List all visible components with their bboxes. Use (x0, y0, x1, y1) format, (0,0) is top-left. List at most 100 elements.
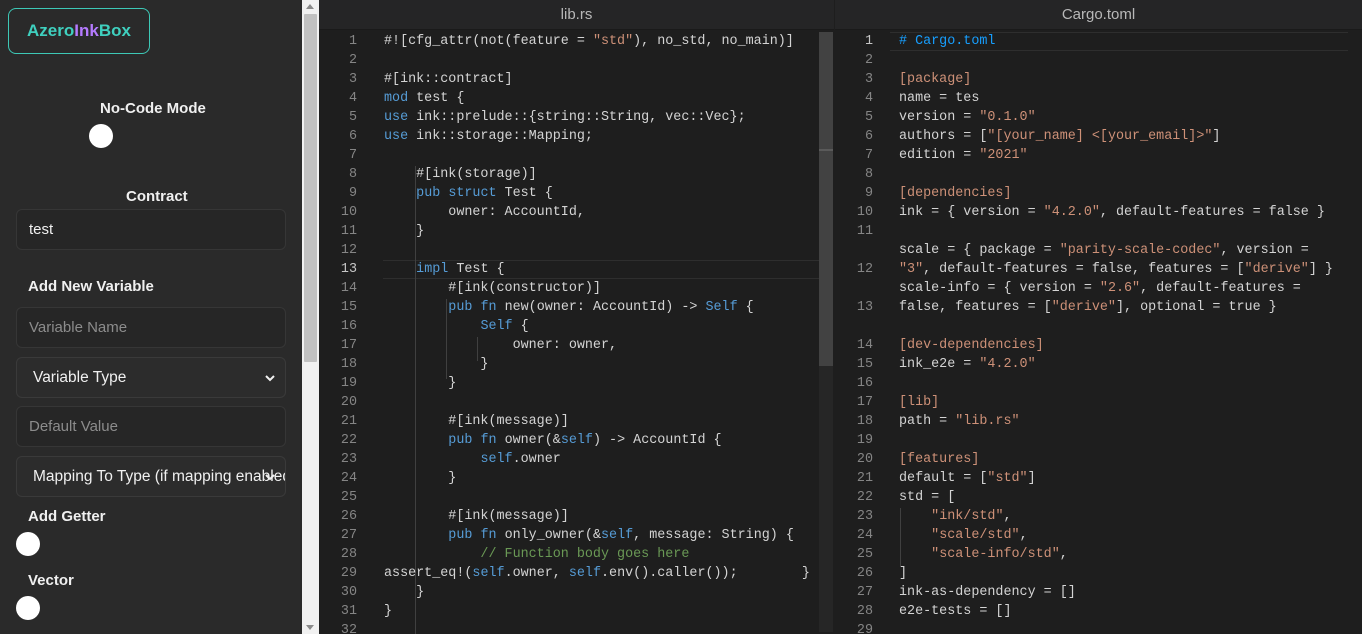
code-line[interactable]: 10 owner: AccountId, (319, 203, 834, 222)
code-line[interactable]: 14 [dev-dependencies] (835, 336, 1362, 355)
code-line[interactable]: 23 "ink/std", (835, 507, 1362, 526)
cargo-toml-editor[interactable]: 1 # Cargo.toml 2 3 [package] 4 name = tes 5 vers… (835, 30, 1362, 634)
code-line[interactable]: 3 #[ink::contract] (319, 70, 834, 89)
code-line[interactable]: 9 [dependencies] (835, 184, 1362, 203)
code-line[interactable]: 7 (319, 146, 834, 165)
line-number: 13 (340, 262, 357, 277)
code-line[interactable]: 24 } (319, 469, 834, 488)
line-number: 12 (340, 243, 357, 258)
code-line[interactable]: 27 ink-as-dependency = [] (835, 583, 1362, 602)
code-line[interactable]: 19 (835, 431, 1362, 450)
line-number: 31 (340, 604, 357, 619)
code-line[interactable]: 15 ink_e2e = "4.2.0" (835, 355, 1362, 374)
code-text: mod test { (384, 91, 465, 106)
code-line[interactable]: 22 std = [ (835, 488, 1362, 507)
code-line[interactable]: 31} (319, 602, 834, 621)
line-number: 3 (864, 72, 873, 87)
code-line[interactable]: 12 "3", default-features = false, feature… (835, 260, 1362, 279)
code-line[interactable]: 1 # Cargo.toml (835, 32, 1362, 51)
code-line[interactable]: 18 } (319, 355, 834, 374)
code-line[interactable]: 29 (835, 621, 1362, 634)
code-line[interactable]: 24 "scale/std", (835, 526, 1362, 545)
code-line[interactable]: 21 default = ["std"] (835, 469, 1362, 488)
code-line[interactable]: 10 ink = { version = "4.2.0", default-fea… (835, 203, 1362, 222)
add-getter-toggle[interactable] (16, 532, 40, 556)
code-line[interactable]: 15 pub fn new(owner: AccountId) -> Self … (319, 298, 834, 317)
code-line[interactable]: 20 [features] (835, 450, 1362, 469)
code-line[interactable]: 26] (835, 564, 1362, 583)
variable-type-select[interactable]: Variable Type (16, 357, 286, 398)
code-line[interactable]: 7 edition = "2021" (835, 146, 1362, 165)
code-line[interactable]: 12 (319, 241, 834, 260)
code-line[interactable]: 17 owner: owner, (319, 336, 834, 355)
code-line[interactable]: 11 } (319, 222, 834, 241)
no-code-mode-toggle[interactable] (89, 124, 113, 148)
code-line[interactable]: 6 authors = ["[your_name] <[your_email]>"… (835, 127, 1362, 146)
tab-cargo-toml[interactable]: Cargo.toml (835, 0, 1362, 30)
line-number: 4 (348, 91, 357, 106)
code-line[interactable]: 9 pub struct Test { (319, 184, 834, 203)
scroll-up-arrow-icon[interactable] (306, 4, 314, 9)
code-line[interactable]: 2 (319, 51, 834, 70)
code-line[interactable]: 11 (835, 222, 1362, 241)
line-number: 6 (348, 129, 357, 144)
code-line[interactable]: 6 use ink::storage::Mapping; (319, 127, 834, 146)
line-number: 19 (856, 433, 873, 448)
code-line[interactable]: 20 (319, 393, 834, 412)
code-line[interactable]: 23 self.owner (319, 450, 834, 469)
app-logo[interactable]: Azero Ink Box (8, 8, 150, 54)
scrollbar-thumb[interactable] (304, 14, 317, 362)
scrollbar-thumb[interactable] (819, 32, 833, 366)
code-line[interactable]: 21 #[ink(message)] (319, 412, 834, 431)
code-line[interactable]: 28 // Function body goes here (319, 545, 834, 564)
mapping-type-select[interactable]: Mapping To Type (if mapping enabled) (16, 456, 286, 497)
code-line[interactable]: 17 [lib] (835, 393, 1362, 412)
scroll-down-arrow-icon[interactable] (306, 625, 314, 630)
code-line[interactable]: 8 (835, 165, 1362, 184)
code-line[interactable]: 28 e2e-tests = [] (835, 602, 1362, 621)
variable-name-input[interactable]: Variable Name (16, 307, 286, 348)
code-text: #[ink(constructor)] (384, 281, 601, 296)
sidebar-scrollbar[interactable] (302, 0, 319, 634)
line-number: 30 (340, 585, 357, 600)
code-line[interactable]: 13 false, features = ["derive"], optional… (835, 298, 1362, 317)
code-line[interactable]: 5 version = "0.1.0" (835, 108, 1362, 127)
code-line[interactable]: 25 "scale-info/std", (835, 545, 1362, 564)
code-line[interactable]: scale-info = { version = "2.6", default-… (835, 279, 1362, 298)
lib-rs-scrollbar[interactable] (819, 32, 833, 632)
default-value-input[interactable]: Default Value (16, 406, 286, 447)
line-number: 18 (340, 357, 357, 372)
code-line[interactable] (835, 317, 1362, 336)
code-line[interactable]: 8 #[ink(storage)] (319, 165, 834, 184)
code-line[interactable]: 14 #[ink(constructor)] (319, 279, 834, 298)
chevron-down-icon (265, 474, 275, 481)
code-line[interactable]: 27 pub fn only_owner(&self, message: Str… (319, 526, 834, 545)
code-line[interactable]: 30 } (319, 583, 834, 602)
code-line[interactable]: 13 impl Test { (319, 260, 834, 279)
line-number: 17 (340, 338, 357, 353)
code-line[interactable]: 5 use ink::prelude::{string::String, vec:… (319, 108, 834, 127)
vector-toggle[interactable] (16, 596, 40, 620)
code-line[interactable]: 19 } (319, 374, 834, 393)
code-line[interactable]: 2 (835, 51, 1362, 70)
code-line[interactable]: 32 (319, 621, 834, 634)
code-line[interactable]: 26 #[ink(message)] (319, 507, 834, 526)
code-text: std = [ (899, 490, 956, 505)
code-line[interactable]: 4 mod test { (319, 89, 834, 108)
code-line[interactable]: 4 name = tes (835, 89, 1362, 108)
contract-name-input[interactable]: test (16, 209, 286, 250)
code-line[interactable]: 22 pub fn owner(&self) -> AccountId { (319, 431, 834, 450)
line-number: 2 (348, 53, 357, 68)
code-line[interactable]: 16 Self { (319, 317, 834, 336)
lib-rs-editor[interactable]: 1 #![cfg_attr(not(feature = "std"), no_st… (319, 30, 834, 634)
code-line[interactable]: scale = { package = "parity-scale-codec"… (835, 241, 1362, 260)
code-line[interactable]: 16 (835, 374, 1362, 393)
code-line[interactable]: 18 path = "lib.rs" (835, 412, 1362, 431)
code-line[interactable]: 29 assert_eq!(self.owner, self.env().call… (319, 564, 834, 583)
code-text: e2e-tests = [] (899, 604, 1012, 619)
code-line[interactable]: 3 [package] (835, 70, 1362, 89)
tab-lib-rs[interactable]: lib.rs (319, 0, 834, 30)
code-line[interactable]: 1 #![cfg_attr(not(feature = "std"), no_st… (319, 32, 834, 51)
code-line[interactable]: 25 (319, 488, 834, 507)
tab-label: Cargo.toml (1061, 6, 1136, 23)
